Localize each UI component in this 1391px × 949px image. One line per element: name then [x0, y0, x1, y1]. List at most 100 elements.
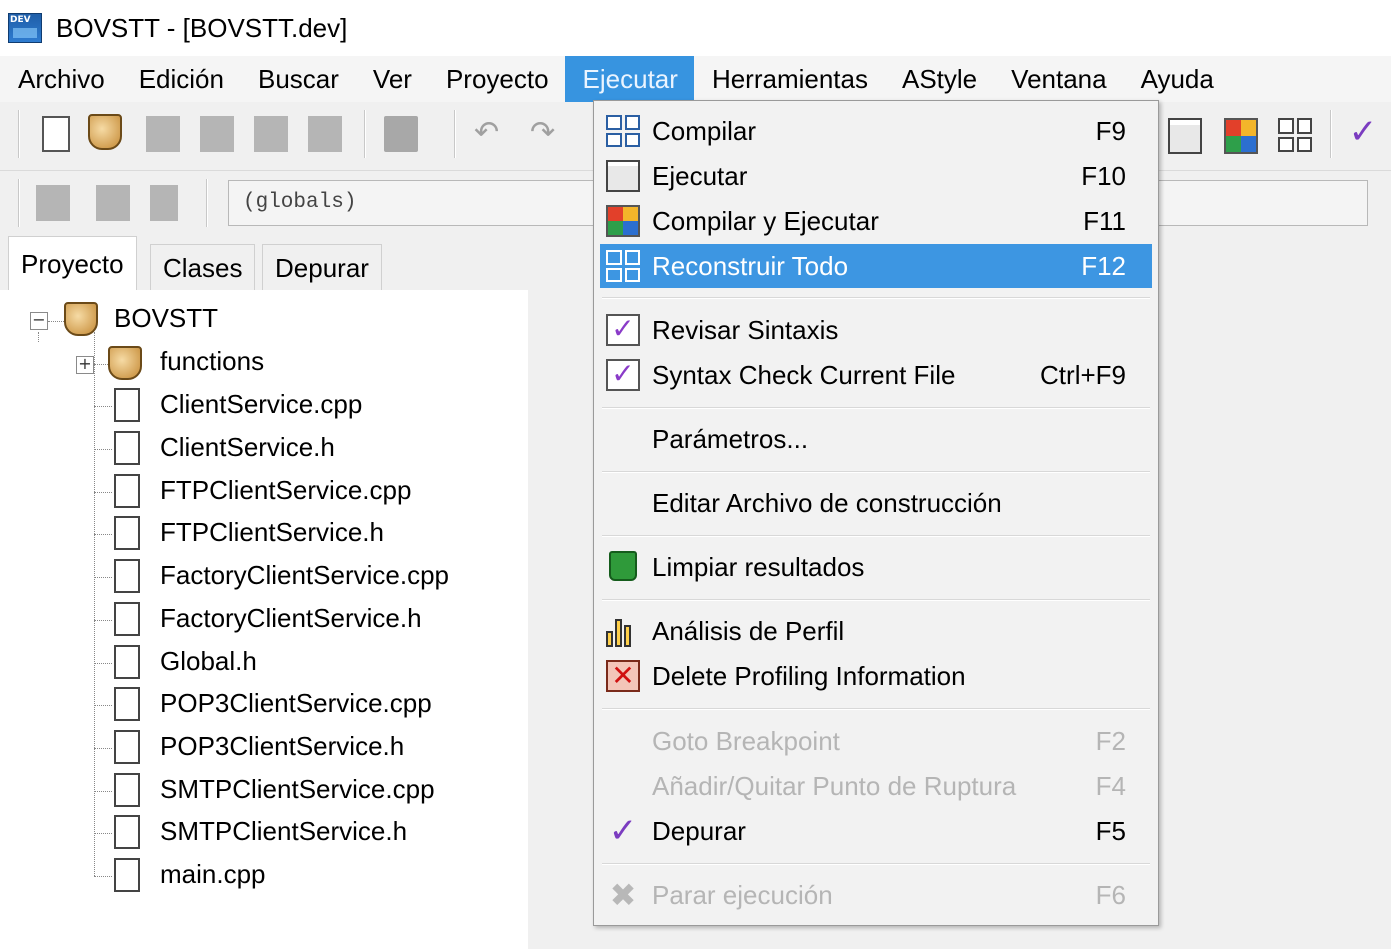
menu-item-compilar-y-ejecutar[interactable]: Compilar y Ejecutar F11: [600, 199, 1152, 243]
file-icon: [114, 815, 140, 849]
menu-item-revisar-sintaxis[interactable]: ✓ Revisar Sintaxis: [600, 308, 1152, 352]
menu-item-parar-ejecucion[interactable]: ✖ Parar ejecución F6: [600, 873, 1152, 917]
bar-chart-icon: [606, 615, 640, 647]
expand-folder-icon[interactable]: +: [76, 356, 94, 374]
menu-proyecto[interactable]: Proyecto: [428, 56, 565, 102]
new-file-icon[interactable]: [42, 116, 70, 152]
tree-file[interactable]: ClientService.cpp: [160, 384, 362, 424]
menu-ver[interactable]: Ver: [355, 56, 428, 102]
collapse-root-icon[interactable]: −: [30, 312, 48, 330]
tree-root-bovstt[interactable]: BOVSTT: [114, 298, 218, 338]
menu-separator: [602, 407, 1150, 409]
toolbar-separator: [18, 179, 20, 227]
app-logo-icon: [8, 13, 42, 43]
file-icon: [114, 645, 140, 679]
syntax-check-file-icon: ✓: [606, 359, 640, 391]
tree-file[interactable]: ClientService.h: [160, 427, 335, 467]
menu-separator: [602, 708, 1150, 710]
compile-run-icon[interactable]: [1224, 118, 1258, 154]
rebuild-icon[interactable]: [1278, 118, 1312, 152]
close-all-icon[interactable]: [308, 116, 342, 152]
menu-item-analisis-de-perfil[interactable]: Análisis de Perfil: [600, 609, 1152, 653]
menu-item-goto-breakpoint[interactable]: Goto Breakpoint F2: [600, 719, 1152, 763]
stop-x-icon: ✖: [609, 876, 637, 914]
rebuild-grid-icon: [606, 250, 640, 282]
menu-separator: [602, 471, 1150, 473]
panel-tabs: Proyecto Clases Depurar: [0, 236, 600, 290]
tree-file[interactable]: FactoryClientService.cpp: [160, 555, 449, 595]
run-window-icon[interactable]: [1168, 118, 1202, 154]
debug-check-icon[interactable]: ✓: [1346, 115, 1380, 152]
menu-buscar[interactable]: Buscar: [240, 56, 355, 102]
tree-file[interactable]: Global.h: [160, 641, 257, 681]
tree-file[interactable]: SMTPClientService.cpp: [160, 769, 435, 809]
menu-ayuda[interactable]: Ayuda: [1123, 56, 1230, 102]
trash-icon: [609, 551, 637, 581]
menu-astyle[interactable]: AStyle: [884, 56, 993, 102]
goto-bookmark-icon[interactable]: [150, 185, 178, 221]
ejecutar-dropdown-menu: Compilar F9 Ejecutar F10 Compilar y Ejec…: [593, 100, 1159, 926]
checkmark-icon: ✓: [608, 811, 638, 851]
menu-bar: Archivo Edición Buscar Ver Proyecto Ejec…: [0, 56, 1391, 102]
tree-folder-functions[interactable]: functions: [160, 341, 264, 381]
tree-file[interactable]: FTPClientService.cpp: [160, 470, 411, 510]
file-icon: [114, 602, 140, 636]
menu-separator: [602, 863, 1150, 865]
tab-clases[interactable]: Clases: [150, 244, 256, 290]
menu-ventana[interactable]: Ventana: [993, 56, 1122, 102]
menu-item-ejecutar[interactable]: Ejecutar F10: [600, 154, 1152, 198]
toolbar-separator: [454, 110, 456, 158]
tab-proyecto[interactable]: Proyecto: [8, 236, 137, 290]
menu-item-editar-archivo-construccion[interactable]: Editar Archivo de construcción: [600, 481, 1152, 525]
menu-edicion[interactable]: Edición: [121, 56, 240, 102]
menu-item-depurar[interactable]: ✓ Depurar F5: [600, 809, 1152, 853]
menu-item-syntax-check-current-file[interactable]: ✓ Syntax Check Current File Ctrl+F9: [600, 353, 1152, 397]
menu-ejecutar[interactable]: Ejecutar: [564, 56, 694, 102]
tree-file[interactable]: main.cpp: [160, 854, 266, 894]
file-icon: [114, 730, 140, 764]
open-project-icon[interactable]: [88, 114, 122, 150]
menu-item-compilar[interactable]: Compilar F9: [600, 109, 1152, 153]
toolbar-separator: [18, 110, 20, 158]
project-root-icon: [64, 302, 98, 336]
tree-file[interactable]: POP3ClientService.cpp: [160, 683, 432, 723]
toolbar-separator: [206, 179, 208, 227]
insert-icon[interactable]: [36, 185, 70, 221]
print-icon[interactable]: [384, 116, 418, 152]
tree-file[interactable]: POP3ClientService.h: [160, 726, 404, 766]
menu-separator: [602, 599, 1150, 601]
window-icon: [606, 160, 640, 192]
menu-item-limpiar-resultados[interactable]: Limpiar resultados: [600, 545, 1152, 589]
file-icon: [114, 516, 140, 550]
toolbar-separator: [364, 110, 366, 158]
toolbar-separator: [1330, 110, 1332, 158]
menu-item-anadir-quitar-punto-ruptura[interactable]: Añadir/Quitar Punto de Ruptura F4: [600, 764, 1152, 808]
menu-item-parametros[interactable]: Parámetros...: [600, 417, 1152, 461]
undo-icon[interactable]: ↶: [474, 118, 508, 154]
window-title: BOVSTT - [BOVSTT.dev]: [56, 12, 348, 43]
file-icon: [114, 474, 140, 508]
close-file-icon[interactable]: [254, 116, 288, 152]
redo-icon[interactable]: ↷: [530, 118, 564, 154]
colored-window-icon: [606, 205, 640, 237]
tab-depurar[interactable]: Depurar: [262, 244, 382, 290]
file-icon: [114, 431, 140, 465]
menu-separator: [602, 297, 1150, 299]
tree-file[interactable]: FactoryClientService.h: [160, 598, 422, 638]
menu-item-reconstruir-todo[interactable]: Reconstruir Todo F12: [600, 244, 1152, 288]
save-all-icon[interactable]: [200, 116, 234, 152]
tree-file[interactable]: FTPClientService.h: [160, 512, 384, 552]
menu-archivo[interactable]: Archivo: [0, 56, 121, 102]
menu-item-delete-profiling-information[interactable]: ✕ Delete Profiling Information: [600, 654, 1152, 698]
folder-icon: [108, 346, 142, 380]
save-icon[interactable]: [146, 116, 180, 152]
delete-profile-icon: ✕: [606, 660, 640, 692]
menu-herramientas[interactable]: Herramientas: [694, 56, 884, 102]
file-icon: [114, 773, 140, 807]
toggle-bookmark-icon[interactable]: [96, 185, 130, 221]
menu-separator: [602, 535, 1150, 537]
project-tree: − BOVSTT + functions ClientService.cpp C…: [0, 290, 528, 949]
tree-file[interactable]: SMTPClientService.h: [160, 811, 407, 851]
title-bar: BOVSTT - [BOVSTT.dev]: [0, 0, 1391, 56]
compile-grid-icon: [606, 115, 640, 147]
